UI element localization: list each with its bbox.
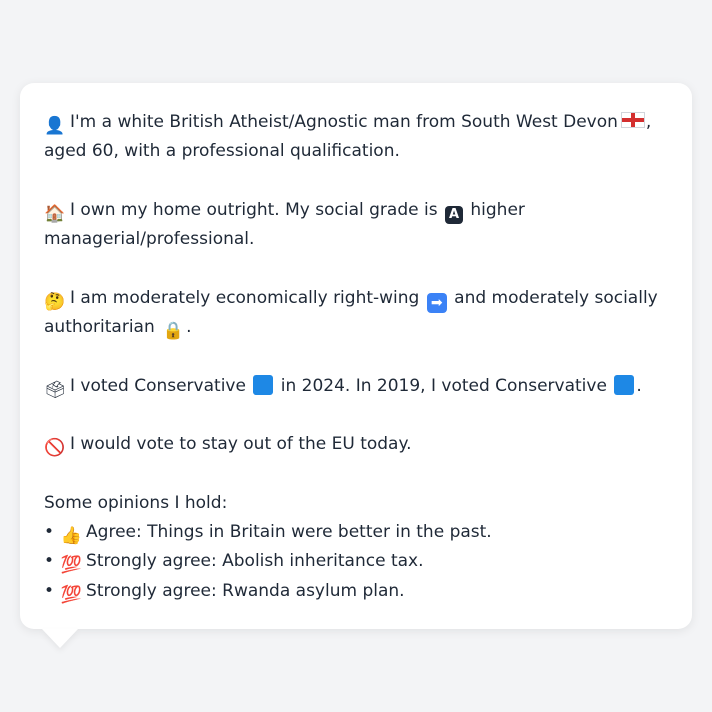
politics-period: . xyxy=(186,317,192,338)
home-text: I own my home outright. My social grade … xyxy=(70,199,438,220)
conservative-blue-square-icon-2 xyxy=(614,374,635,395)
identity-text: I'm a white British Atheist/Agnostic man… xyxy=(70,112,618,132)
vote-paragraph: 🗳 I voted Conservative in 2024. In 2019, … xyxy=(44,372,668,401)
house-icon: 🏠 xyxy=(44,203,66,224)
vote-period: . xyxy=(636,375,642,396)
opinions-section: Some opinions I hold: • 👍 Agree: Things in… xyxy=(44,489,668,606)
no-entry-icon: 🚫 xyxy=(44,438,66,459)
bullet: • xyxy=(44,551,55,572)
hundred-points-icon: 💯 xyxy=(60,555,82,576)
eu-text: I would vote to stay out of the EU today… xyxy=(70,434,412,455)
qualification-text: aged 60, with a professional qualificati… xyxy=(44,141,400,162)
social-text: and moderately socially xyxy=(454,287,658,308)
lock-icon: 🔒 xyxy=(162,321,184,342)
politics-paragraph: 🤔 I am moderately economically right-wing… xyxy=(44,284,668,343)
opinion-text: Strongly agree: Abolish inheritance tax. xyxy=(86,551,424,572)
eu-paragraph: 🚫 I would vote to stay out of the EU toda… xyxy=(44,430,668,459)
grade-text: higher xyxy=(470,199,525,220)
profile-card: 👤 I'm a white British Atheist/Agnostic ma… xyxy=(20,83,692,629)
ballot-box-icon: 🗳 xyxy=(44,379,66,400)
list-item: • 💯 Strongly agree: Rwanda asylum plan. xyxy=(44,577,668,606)
economic-text: I am moderately economically right-wing xyxy=(70,287,420,308)
authoritarian-text: authoritarian xyxy=(44,317,155,338)
home-paragraph: 🏠 I own my home outright. My social grade… xyxy=(44,196,668,255)
speech-bubble-tail xyxy=(42,629,78,648)
identity-comma: , xyxy=(645,112,652,132)
opinion-text: Strongly agree: Rwanda asylum plan. xyxy=(86,580,405,601)
bullet: • xyxy=(44,580,55,601)
list-item: • 👍 Agree: Things in Britain were better i… xyxy=(44,518,668,547)
identity-paragraph: 👤 I'm a white British Atheist/Agnostic ma… xyxy=(44,108,668,167)
thinking-face-icon: 🤔 xyxy=(44,291,66,312)
hundred-points-icon: 💯 xyxy=(60,584,82,605)
england-flag-icon xyxy=(620,112,645,128)
grade-detail-text: managerial/professional. xyxy=(44,229,255,250)
vote-2019-text: in 2024. In 2019, I voted Conservative xyxy=(280,375,607,396)
bullet: • xyxy=(44,522,55,543)
grade-a-icon: A xyxy=(444,205,463,224)
right-arrow-icon: ➡ xyxy=(426,292,447,313)
conservative-blue-square-icon xyxy=(253,374,274,395)
vote-2024-text: I voted Conservative xyxy=(70,375,246,396)
thumbs-up-icon: 👍 xyxy=(60,526,82,547)
opinions-heading: Some opinions I hold: xyxy=(44,492,228,513)
opinion-text: Agree: Things in Britain were better in … xyxy=(86,522,492,543)
person-icon: 👤 xyxy=(44,116,66,136)
list-item: • 💯 Strongly agree: Abolish inheritance ta… xyxy=(44,547,668,576)
